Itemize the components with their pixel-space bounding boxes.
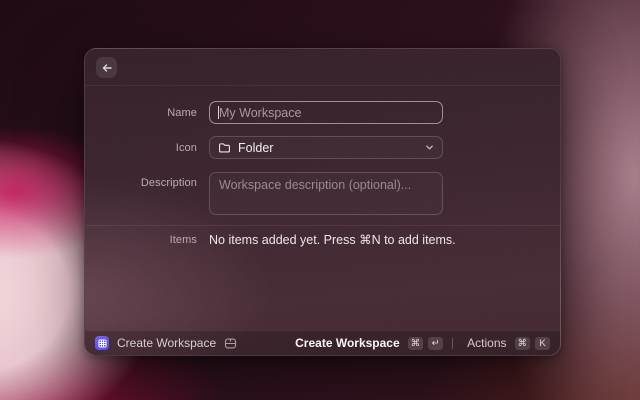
icon-select-value: Folder <box>238 140 274 155</box>
keycap-k: K <box>535 336 550 350</box>
icon-label: Icon <box>175 141 197 154</box>
icon-select[interactable]: Folder <box>209 136 443 159</box>
create-workspace-dialog: Name Icon Folder Description <box>84 48 561 356</box>
grid-glyph-icon <box>97 338 107 348</box>
app-icon <box>95 336 109 350</box>
name-row: Name <box>85 101 560 124</box>
footer-left: Create Workspace <box>95 336 237 350</box>
keycap-cmd-2: ⌘ <box>514 336 530 350</box>
save-icon <box>224 337 237 350</box>
footer-divider <box>452 337 454 349</box>
desktop-background: Name Icon Folder Description <box>0 0 640 400</box>
items-section-divider <box>85 225 560 226</box>
description-label: Description <box>140 177 197 189</box>
name-input[interactable] <box>209 101 443 124</box>
items-row: Items No items added yet. Press ⌘N to ad… <box>85 232 560 247</box>
icon-row: Icon Folder <box>85 136 560 159</box>
arrow-left-icon <box>102 63 112 72</box>
description-textarea[interactable] <box>209 172 443 215</box>
description-row: Description <box>85 172 560 220</box>
text-caret <box>218 106 219 119</box>
back-button[interactable] <box>96 57 117 78</box>
keycap-return: ↵ <box>428 336 444 350</box>
chevron-down-icon <box>426 145 433 150</box>
footer-right: Create Workspace ⌘ ↵ Actions ⌘ K <box>295 336 550 350</box>
description-field-wrap <box>209 172 443 220</box>
name-field-wrap <box>209 101 443 124</box>
actions-label[interactable]: Actions <box>467 336 506 350</box>
primary-action-label[interactable]: Create Workspace <box>295 336 400 350</box>
footer-app-title: Create Workspace <box>117 336 217 350</box>
keycap-cmd: ⌘ <box>407 336 424 350</box>
items-label: Items <box>169 233 197 246</box>
folder-icon <box>219 143 230 153</box>
items-empty-text: No items added yet. Press ⌘N to add item… <box>209 233 456 247</box>
dialog-header <box>85 49 560 86</box>
name-label: Name <box>167 106 197 119</box>
dialog-footer: Create Workspace Create Workspace ⌘ ↵ Ac… <box>85 330 560 355</box>
